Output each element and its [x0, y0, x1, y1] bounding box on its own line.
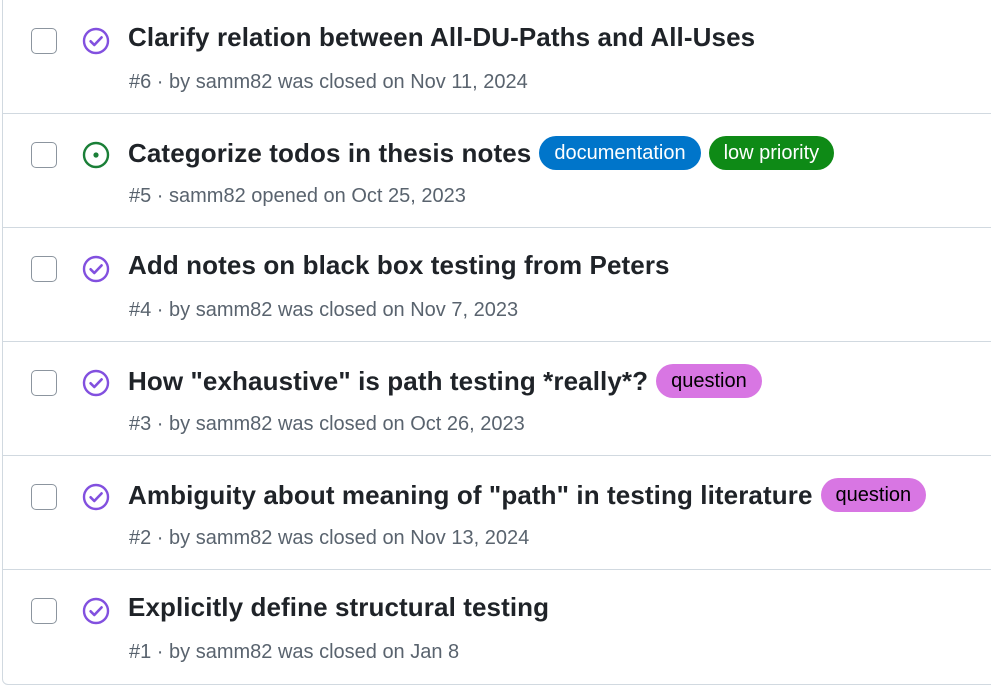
issue-meta: #1 · by samm82 was closed on Jan 8	[129, 641, 460, 663]
select-issue-checkbox[interactable]	[31, 256, 57, 282]
issue-list: Clarify relation between All-DU-Paths an…	[2, 0, 991, 685]
issue-closed-icon	[82, 483, 110, 511]
issue-closed-icon	[82, 369, 110, 397]
issue-title-link[interactable]: Categorize todos in thesis notes	[128, 138, 531, 169]
issue-row[interactable]: Explicitly define structural testing #1 ·…	[3, 570, 991, 684]
issue-label-low-priority[interactable]: low priority	[708, 136, 835, 170]
issue-meta: #2 · by samm82 was closed on Nov 13, 202…	[129, 527, 530, 549]
issue-meta: #5 · samm82 opened on Oct 25, 2023	[129, 185, 466, 207]
issue-title-link[interactable]: Explicitly define structural testing	[128, 592, 549, 623]
issue-title-link[interactable]: Add notes on black box testing from Pete…	[128, 250, 670, 281]
issue-meta: #4 · by samm82 was closed on Nov 7, 2023	[129, 299, 519, 321]
select-issue-checkbox[interactable]	[31, 598, 57, 624]
select-issue-checkbox[interactable]	[31, 370, 57, 396]
issue-row[interactable]: How "exhaustive" is path testing *really…	[3, 342, 991, 456]
issue-opened-icon	[82, 141, 110, 169]
issue-row[interactable]: Clarify relation between All-DU-Paths an…	[3, 0, 991, 114]
issue-title-line: Add notes on black box testing from Pete…	[128, 250, 670, 281]
issue-title-line: Clarify relation between All-DU-Paths an…	[128, 22, 755, 53]
issue-title-line: Ambiguity about meaning of "path" in tes…	[128, 478, 927, 512]
issue-closed-icon	[82, 27, 110, 55]
issue-title-link[interactable]: Ambiguity about meaning of "path" in tes…	[128, 480, 813, 511]
issue-row[interactable]: Add notes on black box testing from Pete…	[3, 228, 991, 342]
issue-title-line: Categorize todos in thesis notes document…	[128, 136, 835, 170]
select-issue-checkbox[interactable]	[31, 484, 57, 510]
select-issue-checkbox[interactable]	[31, 142, 57, 168]
issue-title-line: Explicitly define structural testing	[128, 592, 549, 623]
issue-title-line: How "exhaustive" is path testing *really…	[128, 364, 762, 398]
issue-row[interactable]: Categorize todos in thesis notes document…	[3, 114, 991, 228]
issue-closed-icon	[82, 255, 110, 283]
issue-title-link[interactable]: How "exhaustive" is path testing *really…	[128, 366, 648, 397]
issue-label-question[interactable]: question	[656, 364, 762, 398]
issue-meta: #3 · by samm82 was closed on Oct 26, 202…	[129, 413, 525, 435]
issue-title-link[interactable]: Clarify relation between All-DU-Paths an…	[128, 22, 755, 53]
issue-closed-icon	[82, 597, 110, 625]
issue-label-question[interactable]: question	[820, 478, 927, 512]
select-issue-checkbox[interactable]	[31, 28, 57, 54]
issue-label-documentation[interactable]: documentation	[539, 136, 701, 170]
issue-meta: #6 · by samm82 was closed on Nov 11, 202…	[129, 71, 528, 93]
issue-row[interactable]: Ambiguity about meaning of "path" in tes…	[3, 456, 991, 570]
